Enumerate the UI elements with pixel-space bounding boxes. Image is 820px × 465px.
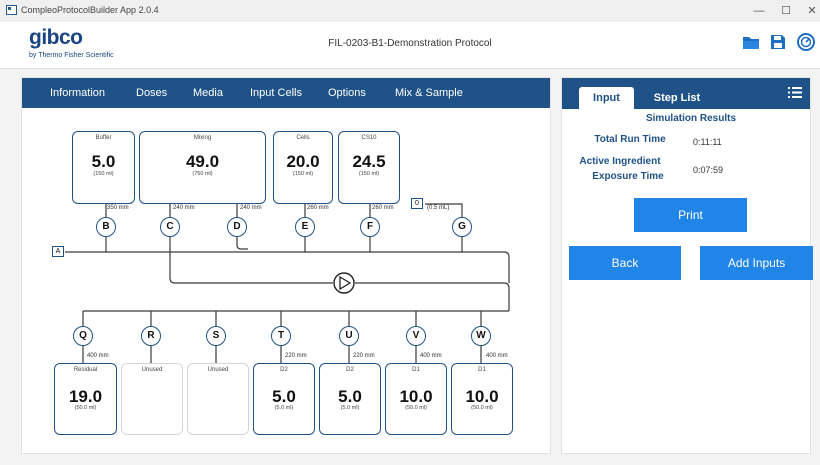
container-value: 5.0 <box>272 387 296 406</box>
container-volume: (50.0 ml) <box>405 405 427 411</box>
container-label: D1 <box>478 367 486 373</box>
container-label: D1 <box>412 367 420 373</box>
tube-length-label: 240 mm <box>173 205 195 211</box>
valve-w[interactable]: W <box>471 326 491 346</box>
tube-length-label: 400 mm <box>87 353 109 359</box>
port-a-tag[interactable]: A <box>52 246 64 257</box>
container-value: 10.0 <box>465 387 499 406</box>
sample-bag-tag[interactable]: 0 <box>411 198 423 209</box>
container-d2[interactable]: D2 5.0 (5.0 ml) <box>319 363 381 435</box>
valve-u[interactable]: U <box>339 326 359 346</box>
container-unused[interactable]: Unused <box>121 363 183 435</box>
container-label: Cells <box>296 135 310 141</box>
container-cells[interactable]: Cells 20.0 (150 ml) <box>273 131 333 204</box>
container-d1[interactable]: D1 10.0 (50.0 ml) <box>385 363 447 435</box>
container-value: 24.5 <box>352 152 386 171</box>
valve-v[interactable]: V <box>406 326 426 346</box>
tube-length-label: 400 mm <box>420 353 442 359</box>
container-value: 20.0 <box>286 152 320 171</box>
tube-length-label: 240 mm <box>240 205 262 211</box>
container-volume: (150 ml) <box>93 171 114 177</box>
container-volume: (50.0 ml) <box>471 405 493 411</box>
valve-e[interactable]: E <box>295 217 315 237</box>
container-buffer[interactable]: Buffer 5.0 (150 ml) <box>72 131 135 204</box>
tab-input[interactable]: Input <box>579 87 634 109</box>
container-label: CS10 <box>361 135 377 141</box>
container-d2[interactable]: D2 5.0 (5.0 ml) <box>253 363 315 435</box>
simulation-results-title: Simulation Results <box>645 113 736 124</box>
total-run-time-value: 0:11:11 <box>693 137 722 147</box>
valve-d[interactable]: D <box>227 217 247 237</box>
valve-b[interactable]: B <box>96 217 116 237</box>
container-volume: (5.0 ml) <box>274 405 294 411</box>
container-value: 10.0 <box>399 387 433 406</box>
container-volume: (750 ml) <box>192 171 213 177</box>
tube-length-label: 260 mm <box>372 205 394 211</box>
exposure-time-value: 0:07:59 <box>693 165 724 175</box>
container-label: Buffer <box>95 135 112 141</box>
tube-length-label: 260 mm <box>307 205 329 211</box>
container-value: 19.0 <box>68 387 103 406</box>
tube-length-label: 220 mm <box>285 353 307 359</box>
sample-volume-label: (0.5 mL) <box>427 205 450 211</box>
exposure-label-line1: Active Ingredient <box>579 156 661 167</box>
valve-g[interactable]: G <box>452 217 472 237</box>
print-button[interactable]: Print <box>634 198 747 232</box>
container-label: D2 <box>346 367 354 373</box>
tube-length-label: 220 mm <box>353 353 375 359</box>
valve-c[interactable]: C <box>160 217 180 237</box>
container-value: 49.0 <box>185 152 220 171</box>
valve-q[interactable]: Q <box>73 326 93 346</box>
valve-t[interactable]: T <box>271 326 291 346</box>
container-residual[interactable]: Residual 19.0 (50.0 ml) <box>54 363 117 435</box>
container-label: Residual <box>73 367 98 373</box>
valve-s[interactable]: S <box>206 326 226 346</box>
add-inputs-button[interactable]: Add Inputs <box>700 246 813 280</box>
container-volume: (5.0 ml) <box>340 405 360 411</box>
container-cs10[interactable]: CS10 24.5 (150 ml) <box>338 131 400 204</box>
container-value: 5.0 <box>338 387 362 406</box>
tab-step-list[interactable]: Step List <box>642 87 712 109</box>
container-volume: (150 ml) <box>292 171 314 177</box>
back-button[interactable]: Back <box>569 246 681 280</box>
container-unused[interactable]: Unused <box>187 363 249 435</box>
container-mixing[interactable]: Mixing 49.0 (750 ml) <box>139 131 266 204</box>
container-value: 5.0 <box>91 152 116 171</box>
tube-length-label: 350 mm <box>107 205 129 211</box>
container-label: D2 <box>280 367 288 373</box>
tube-length-label: 400 mm <box>486 353 508 359</box>
menu-icon[interactable] <box>788 87 802 98</box>
pump-icon <box>333 272 355 294</box>
exposure-label-line2: Exposure Time <box>592 171 664 182</box>
valve-f[interactable]: F <box>360 217 380 237</box>
container-label: Unused <box>207 367 229 373</box>
container-volume: (150 ml) <box>358 171 380 177</box>
container-label: Mixing <box>193 135 212 141</box>
valve-r[interactable]: R <box>141 326 161 346</box>
container-d1[interactable]: D1 10.0 (50.0 ml) <box>451 363 513 435</box>
input-panel-tabs: Input Step List <box>562 78 810 109</box>
container-label: Unused <box>141 367 163 373</box>
total-run-time-label: Total Run Time <box>594 134 666 145</box>
container-volume: (50.0 ml) <box>74 405 97 411</box>
